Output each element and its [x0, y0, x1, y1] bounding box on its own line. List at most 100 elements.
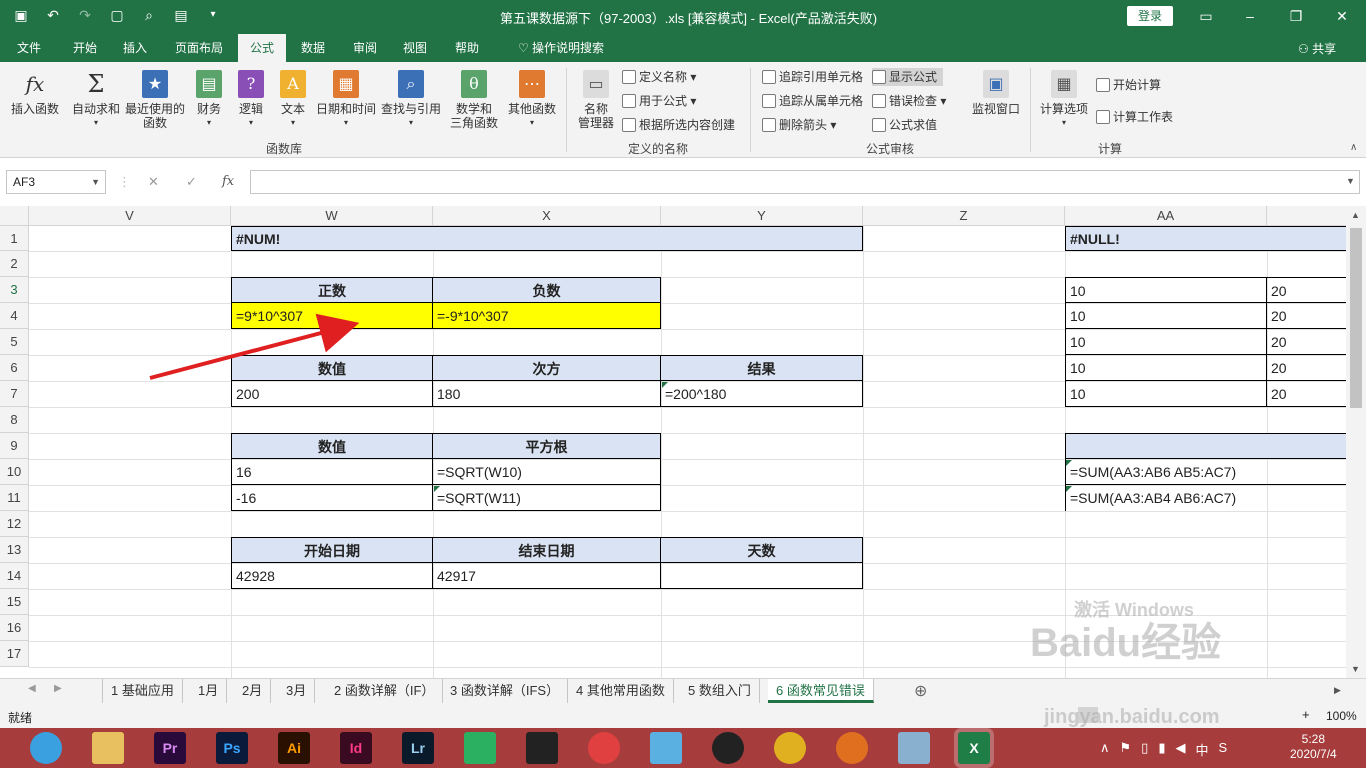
- sum-formula-cell[interactable]: =SUM(AA3:AB4 AB6:AC7): [1065, 485, 1346, 511]
- logical-button[interactable]: ? 逻辑 ▾: [232, 70, 270, 130]
- positive-header[interactable]: 正数: [231, 277, 433, 303]
- tab-formulas[interactable]: 公式: [238, 34, 286, 62]
- value-header[interactable]: 数值: [231, 433, 433, 459]
- use-in-formula-button[interactable]: 用于公式 ▾: [622, 92, 696, 110]
- new-icon[interactable]: ▢: [108, 6, 126, 24]
- column-header-z[interactable]: Z: [863, 206, 1065, 226]
- minimize-icon[interactable]: –: [1240, 6, 1260, 26]
- scroll-down-icon[interactable]: ▼: [1351, 664, 1360, 674]
- power-cell[interactable]: 180: [433, 381, 661, 407]
- start-date-cell[interactable]: 42928: [231, 563, 433, 589]
- sqrt-cell[interactable]: =SQRT(W10): [433, 459, 661, 485]
- redo-icon[interactable]: ↷: [76, 6, 94, 24]
- define-name-button[interactable]: 定义名称 ▾: [622, 68, 696, 86]
- calculate-now-button[interactable]: 开始计算: [1096, 76, 1161, 94]
- math-trig-button[interactable]: θ 数学和 三角函数: [446, 70, 502, 130]
- end-date-cell[interactable]: 42917: [433, 563, 661, 589]
- column-header-aa[interactable]: AA: [1065, 206, 1267, 226]
- indesign-icon[interactable]: Id: [340, 732, 372, 764]
- insert-function-button[interactable]: fx 插入函数: [6, 70, 64, 116]
- row-header[interactable]: 16: [0, 615, 29, 641]
- clock[interactable]: 5:28 2020/7/4: [1290, 732, 1337, 762]
- row-header[interactable]: 2: [0, 251, 29, 277]
- sheet-tab[interactable]: 3 函数详解（IFS）: [442, 679, 569, 703]
- vertical-scrollbar[interactable]: ▲ ▼: [1346, 206, 1366, 678]
- null-header-cell[interactable]: [1065, 433, 1346, 459]
- app-icon-5[interactable]: [898, 732, 930, 764]
- row-header[interactable]: 5: [0, 329, 29, 355]
- share-button[interactable]: ⚇ 共享: [1298, 40, 1336, 57]
- ime-indicator[interactable]: 中: [1195, 740, 1208, 759]
- sheet-tab[interactable]: 3月: [278, 679, 316, 703]
- aa-cell[interactable]: 10: [1065, 303, 1267, 329]
- tab-help[interactable]: 帮助: [446, 34, 488, 62]
- row-header[interactable]: 17: [0, 641, 29, 667]
- autosum-button[interactable]: Σ 自动求和 ▾: [70, 70, 122, 130]
- aa-cell[interactable]: 10: [1065, 381, 1267, 407]
- scrollbar-thumb[interactable]: [1350, 228, 1362, 408]
- app-icon[interactable]: [464, 732, 496, 764]
- enter-icon[interactable]: ✓: [186, 174, 197, 190]
- financial-button[interactable]: ▤ 财务 ▾: [190, 70, 228, 130]
- ribbon-display-options-icon[interactable]: ▭: [1196, 6, 1216, 26]
- column-header-y[interactable]: Y: [661, 206, 863, 226]
- app-icon-3[interactable]: [650, 732, 682, 764]
- print-preview-icon[interactable]: ⌕: [140, 6, 158, 24]
- datetime-button[interactable]: ▦ 日期和时间 ▾: [314, 70, 378, 130]
- end-date-header[interactable]: 结束日期: [433, 537, 661, 563]
- tab-view[interactable]: 视图: [394, 34, 436, 62]
- row-header[interactable]: 12: [0, 511, 29, 537]
- row-header[interactable]: 3: [0, 277, 29, 303]
- insert-function-icon[interactable]: fx: [222, 174, 234, 189]
- negative-value[interactable]: =-9*10^307: [433, 303, 661, 329]
- value-cell[interactable]: 16: [231, 459, 433, 485]
- add-sheet-icon[interactable]: ⊕: [914, 681, 927, 701]
- sheet-tab[interactable]: 2月: [234, 679, 272, 703]
- row-header[interactable]: 15: [0, 589, 29, 615]
- sheet-tab[interactable]: 1月: [190, 679, 228, 703]
- save-icon[interactable]: ▣: [12, 6, 30, 24]
- name-manager-button[interactable]: ▭ 名称 管理器: [574, 70, 618, 130]
- row-header[interactable]: 4: [0, 303, 29, 329]
- row-header[interactable]: 11: [0, 485, 29, 511]
- premiere-icon[interactable]: Pr: [154, 732, 186, 764]
- lightroom-icon[interactable]: Lr: [402, 732, 434, 764]
- watch-window-button[interactable]: ▣ 监视窗口: [968, 70, 1024, 116]
- trace-dependents-button[interactable]: 追踪从属单元格: [762, 92, 863, 110]
- sogou-icon[interactable]: S: [1219, 740, 1228, 759]
- photoshop-icon[interactable]: Ps: [216, 732, 248, 764]
- positive-value[interactable]: =9*10^307: [231, 303, 433, 329]
- tab-file[interactable]: 文件: [6, 34, 52, 62]
- create-from-selection-button[interactable]: 根据所选内容创建: [622, 116, 735, 134]
- name-box[interactable]: AF3 ▼: [6, 170, 106, 194]
- flag-icon[interactable]: ⚑: [1120, 740, 1132, 759]
- tray-expand-icon[interactable]: ∧: [1100, 740, 1110, 759]
- tab-data[interactable]: 数据: [292, 34, 334, 62]
- cancel-icon[interactable]: ✕: [148, 174, 159, 190]
- remove-arrows-button[interactable]: 删除箭头 ▾: [762, 116, 836, 134]
- column-header-w[interactable]: W: [231, 206, 433, 226]
- text-button[interactable]: A 文本 ▾: [274, 70, 312, 130]
- app-icon-2[interactable]: [588, 732, 620, 764]
- video-icon[interactable]: [526, 732, 558, 764]
- days-header[interactable]: 天数: [661, 537, 863, 563]
- days-cell[interactable]: [661, 563, 863, 589]
- evaluate-formula-button[interactable]: 公式求值: [872, 116, 937, 134]
- ab-cell[interactable]: 20: [1267, 355, 1346, 381]
- value-header[interactable]: 数值: [231, 355, 433, 381]
- ab-cell[interactable]: 20: [1267, 381, 1346, 407]
- tab-home[interactable]: 开始: [62, 34, 108, 62]
- value-cell[interactable]: -16: [231, 485, 433, 511]
- form-icon[interactable]: ▤: [172, 6, 190, 24]
- more-functions-button[interactable]: ⋯ 其他函数 ▾: [506, 70, 558, 130]
- tab-insert[interactable]: 插入: [112, 34, 158, 62]
- error-checking-button[interactable]: 错误检查 ▾: [872, 92, 946, 110]
- scroll-right-icon[interactable]: ▶: [1334, 685, 1341, 696]
- zoom-in-icon[interactable]: +: [1302, 707, 1310, 722]
- customize-icon[interactable]: ▾: [204, 6, 222, 24]
- formula-input[interactable]: [250, 170, 1360, 194]
- next-sheet-icon[interactable]: ▶: [54, 683, 62, 694]
- row-header[interactable]: 14: [0, 563, 29, 589]
- sheet-tab[interactable]: 4 其他常用函数: [568, 679, 674, 703]
- restore-icon[interactable]: ❐: [1286, 6, 1306, 26]
